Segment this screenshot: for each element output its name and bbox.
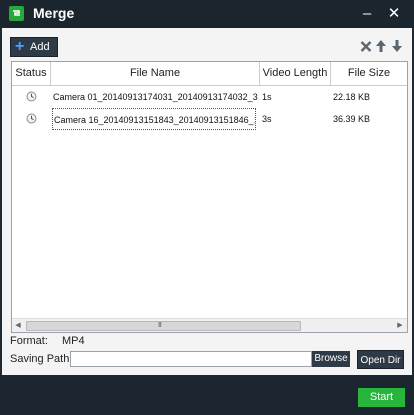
footer-bar: Start <box>0 375 414 415</box>
file-size-cell: 36.39 KB <box>333 114 371 124</box>
column-header-video-length[interactable]: Video Length <box>260 62 331 85</box>
title-bar: Merge – ✕ <box>0 0 414 28</box>
saving-path-input[interactable] <box>70 351 312 367</box>
saving-path-label: Saving Path: <box>10 353 73 365</box>
scroll-right-icon[interactable]: ▶ <box>395 321 405 330</box>
table-header: Status File Name Video Length File Size <box>12 62 407 86</box>
move-down-icon[interactable] <box>391 39 403 53</box>
clock-icon <box>26 91 37 102</box>
column-header-status[interactable]: Status <box>12 62 51 85</box>
format-value: MP4 <box>62 335 85 347</box>
add-button[interactable]: + Add <box>10 37 58 57</box>
close-button[interactable]: ✕ <box>384 4 404 24</box>
table-row[interactable]: Camera 16_20140913151843_20140913151846_… <box>12 108 407 130</box>
scrollbar-thumb[interactable]: III <box>26 321 301 331</box>
clock-icon <box>26 113 37 124</box>
minimize-button[interactable]: – <box>357 4 377 24</box>
app-logo-icon <box>9 6 24 21</box>
close-icon: ✕ <box>387 5 401 22</box>
video-length-cell: 1s <box>262 92 272 102</box>
file-name-cell: Camera 16_20140913151843_20140913151846_… <box>52 108 256 130</box>
plus-icon: + <box>15 38 25 55</box>
remove-icon[interactable] <box>360 39 372 53</box>
format-label: Format: <box>10 335 48 347</box>
open-dir-button[interactable]: Open Dir <box>357 350 404 369</box>
column-header-file-name[interactable]: File Name <box>51 62 260 85</box>
horizontal-scrollbar[interactable]: ◀ III ▶ <box>12 318 407 332</box>
main-content: + Add Status File Name Video Length File… <box>2 28 412 375</box>
table-row[interactable]: Camera 01_20140913174031_20140913174032_… <box>12 86 407 108</box>
scroll-left-icon[interactable]: ◀ <box>13 321 23 330</box>
minimize-icon: – <box>362 5 372 22</box>
file-table: Status File Name Video Length File Size … <box>11 61 408 333</box>
merge-window: Merge – ✕ + Add Status File Name Video L… <box>0 0 414 415</box>
add-button-label: Add <box>30 41 50 53</box>
column-header-file-size[interactable]: File Size <box>331 62 407 85</box>
start-button[interactable]: Start <box>358 388 405 407</box>
browse-button[interactable]: Browse <box>312 351 350 367</box>
file-name-cell: Camera 01_20140913174031_20140913174032_… <box>53 92 258 102</box>
move-up-icon[interactable] <box>375 39 387 53</box>
file-size-cell: 22.18 KB <box>333 92 371 102</box>
scrollbar-grip: III <box>158 322 162 329</box>
video-length-cell: 3s <box>262 114 272 124</box>
window-title: Merge <box>33 5 75 21</box>
